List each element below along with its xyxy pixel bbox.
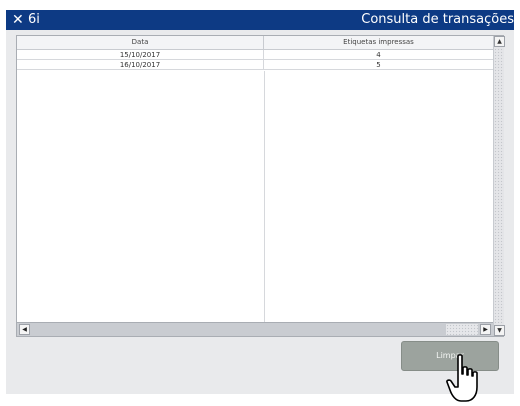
- column-divider: [264, 71, 265, 322]
- content-area: Data Etiquetas impressas 15/10/2017 4 16…: [6, 30, 514, 394]
- hand-pointer-icon: [446, 354, 478, 402]
- vertical-scrollbar[interactable]: ▲ ▼: [493, 36, 505, 336]
- app-window: ✕ 6i Consulta de transações Data Etiquet…: [0, 0, 520, 406]
- column-header-data[interactable]: Data: [17, 36, 264, 49]
- cell-labels-printed: 4: [376, 51, 381, 59]
- close-icon[interactable]: ✕: [12, 10, 24, 30]
- scroll-left-icon[interactable]: ◀: [19, 324, 30, 335]
- cell-labels-printed: 5: [376, 61, 381, 69]
- title-bar: ✕ 6i Consulta de transações: [6, 10, 514, 30]
- horizontal-scrollbar[interactable]: ◀ ▶: [17, 322, 493, 336]
- table-row[interactable]: 15/10/2017 4: [17, 50, 493, 60]
- scroll-down-icon[interactable]: ▼: [494, 325, 505, 336]
- cell-date: 16/10/2017: [17, 60, 264, 70]
- page-title: Consulta de transações: [361, 12, 514, 27]
- transactions-grid: Data Etiquetas impressas 15/10/2017 4 16…: [16, 35, 505, 337]
- column-header-etiquetas[interactable]: Etiquetas impressas: [264, 36, 493, 49]
- cell-date: 15/10/2017: [17, 50, 264, 60]
- grid-header: Data Etiquetas impressas: [17, 36, 493, 50]
- scroll-thumb[interactable]: [446, 324, 478, 335]
- table-row[interactable]: 16/10/2017 5: [17, 60, 493, 70]
- scroll-up-icon[interactable]: ▲: [494, 36, 505, 47]
- scroll-right-icon[interactable]: ▶: [480, 324, 491, 335]
- app-name: 6i: [28, 12, 40, 27]
